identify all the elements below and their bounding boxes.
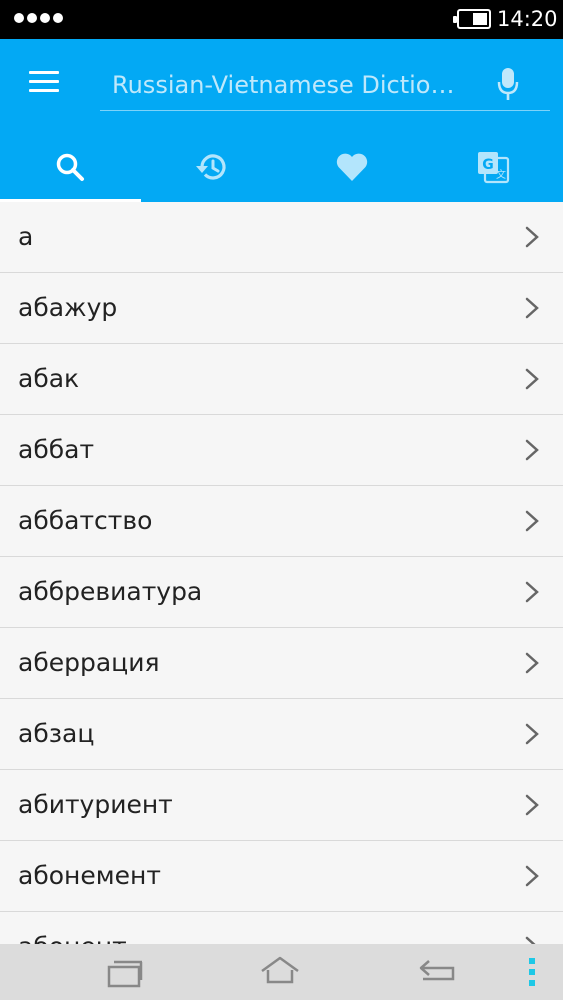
chevron-right-icon [525, 936, 536, 944]
list-item[interactable]: аберрация [0, 628, 563, 699]
word-label: абонент [18, 932, 127, 944]
list-item[interactable]: абонемент [0, 841, 563, 912]
chevron-right-icon [525, 226, 539, 248]
list-item[interactable]: абзац [0, 699, 563, 770]
translate-icon: G 文 [477, 151, 509, 183]
list-item[interactable]: а [0, 202, 563, 273]
word-label: аббревиатура [18, 577, 203, 606]
search-icon [57, 153, 85, 181]
chevron-right-icon [525, 510, 539, 532]
tab-translate[interactable]: G 文 [422, 131, 563, 202]
chevron-right-icon [525, 581, 539, 603]
home-icon[interactable] [260, 954, 300, 990]
search-input[interactable] [112, 69, 482, 101]
word-label: аббатство [18, 506, 153, 535]
list-item[interactable]: абитуриент [0, 770, 563, 841]
chevron-right-icon [525, 865, 539, 887]
list-item[interactable]: абонент [0, 912, 563, 944]
chevron-right-icon [525, 439, 539, 461]
list-item[interactable]: абак [0, 344, 563, 415]
word-label: аббат [18, 435, 95, 464]
navigation-bar [0, 944, 563, 1000]
back-icon[interactable] [417, 954, 457, 990]
tab-bar: G 文 [0, 131, 563, 202]
svg-text:G: G [482, 157, 494, 173]
tab-favorites[interactable] [282, 131, 423, 202]
svg-text:文: 文 [496, 168, 506, 181]
chevron-right-icon [525, 368, 539, 390]
microphone-icon[interactable] [497, 67, 519, 101]
chevron-right-icon [525, 297, 539, 319]
app-bar [0, 39, 563, 131]
list-item[interactable]: аббат [0, 415, 563, 486]
recent-apps-icon[interactable] [106, 954, 144, 990]
clock: 14:20 [497, 7, 558, 31]
word-label: абзац [18, 719, 95, 748]
search-field[interactable] [100, 59, 550, 111]
word-label: аберрация [18, 648, 160, 677]
battery-icon [453, 9, 491, 29]
word-label: абажур [18, 293, 118, 322]
status-bar: 14:20 [0, 0, 563, 39]
word-label: а [18, 222, 34, 251]
list-item[interactable]: аббревиатура [0, 557, 563, 628]
word-list: а абажур абак аббат аббатство аббревиатура абе… [0, 202, 563, 944]
word-label: абитуриент [18, 790, 173, 819]
chevron-right-icon [525, 652, 539, 674]
hamburger-menu-icon[interactable] [29, 71, 59, 93]
overflow-menu-icon[interactable] [528, 958, 536, 988]
tab-search[interactable] [0, 131, 141, 202]
chevron-right-icon [525, 794, 539, 816]
tab-history[interactable] [141, 131, 282, 202]
chevron-right-icon [525, 723, 539, 745]
list-item[interactable]: абажур [0, 273, 563, 344]
list-item[interactable]: аббатство [0, 486, 563, 557]
word-label: абонемент [18, 861, 161, 890]
signal-strength-icon [14, 13, 63, 23]
history-icon [196, 153, 226, 180]
word-label: абак [18, 364, 80, 393]
heart-icon [336, 153, 368, 181]
